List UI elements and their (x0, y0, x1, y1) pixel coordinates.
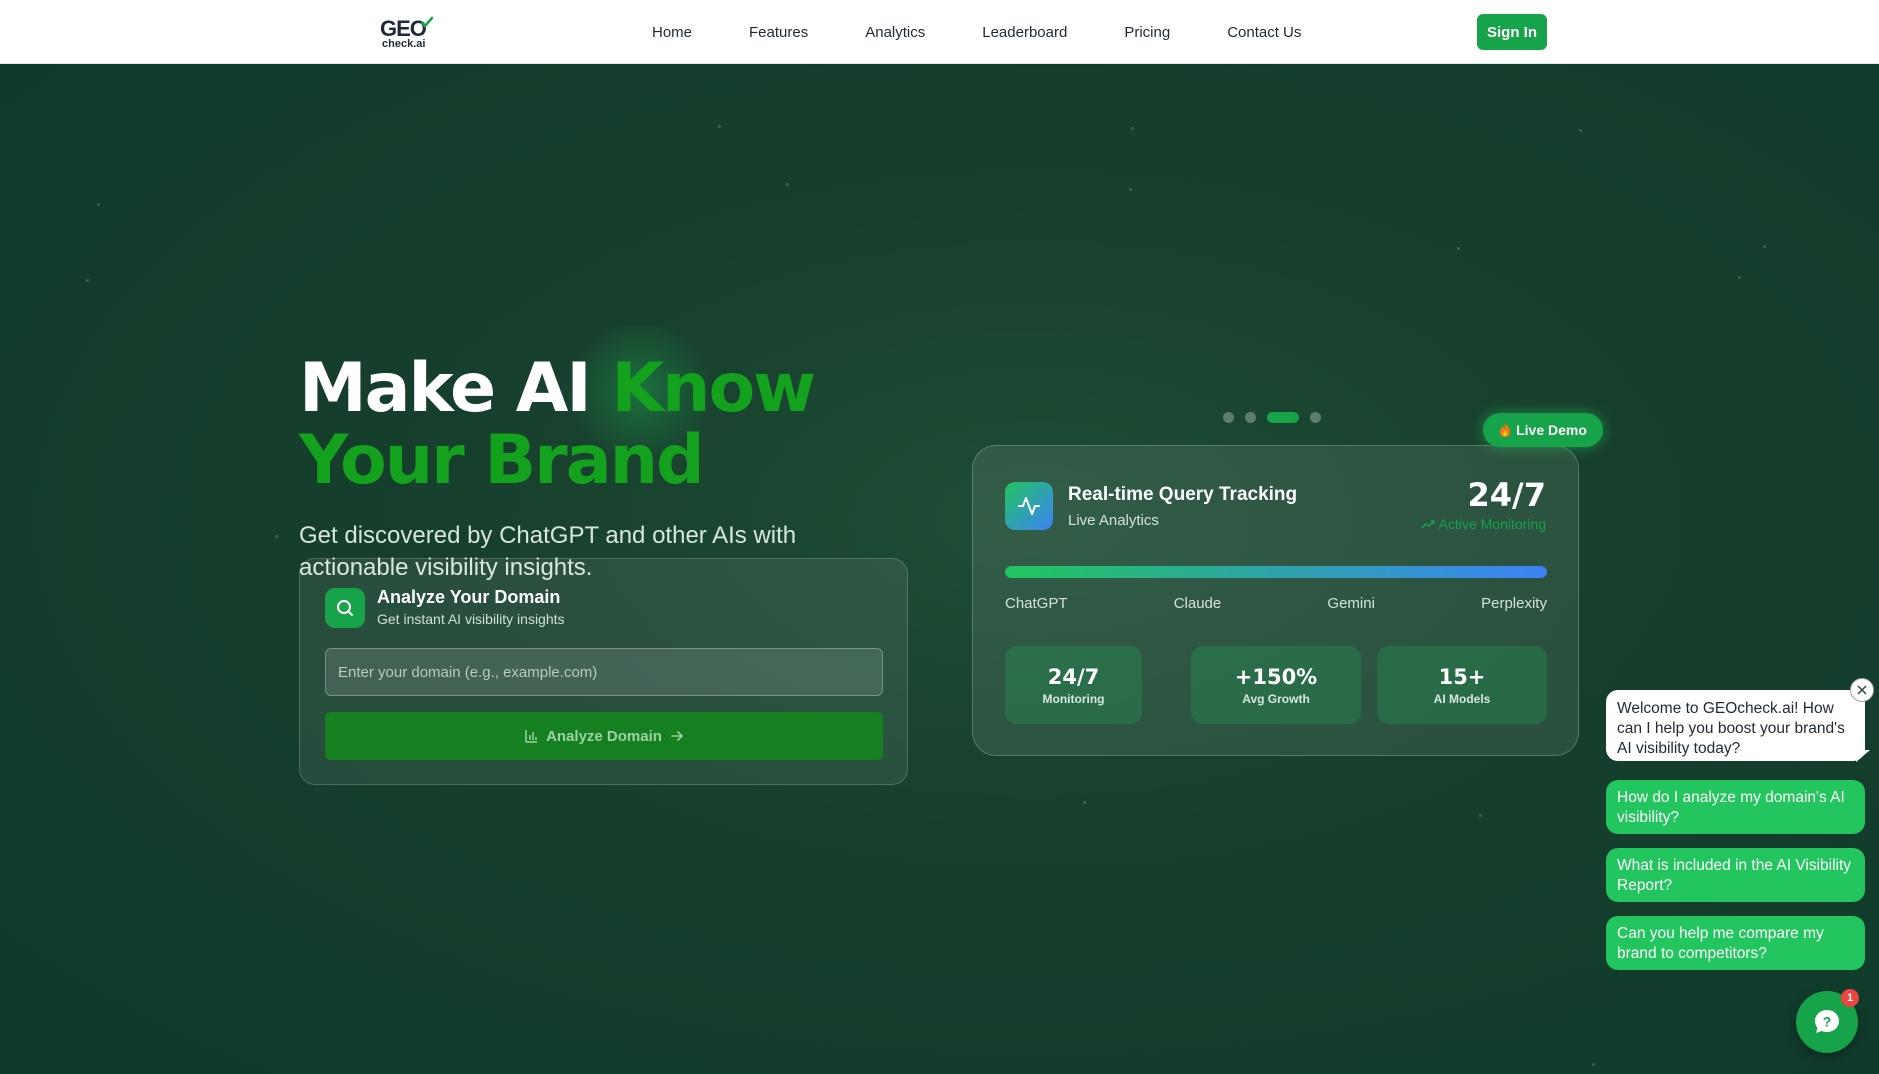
help-chat-icon: ? (1815, 1010, 1839, 1033)
background-dot (1579, 129, 1582, 132)
domain-input[interactable] (325, 648, 883, 696)
headline-green-part-2: Your Brand (299, 421, 705, 500)
chat-suggestion[interactable]: What is included in the AI Visibility Re… (1606, 848, 1865, 902)
close-icon (1857, 685, 1867, 695)
analyze-button-label: Analyze Domain (546, 727, 662, 745)
logo-subtext: check.ai (382, 38, 426, 50)
top-navbar: GEO check.ai Home Features Analytics Lea… (0, 0, 1879, 64)
nav-link-features[interactable]: Features (749, 24, 808, 41)
live-demo-card: Real-time Query Tracking Live Analytics … (972, 445, 1579, 756)
stat-value: 24/7 (1047, 664, 1100, 689)
headline-green-part-1: Know (611, 349, 816, 428)
stat-label: Avg Growth (1242, 691, 1310, 706)
bar-chart-icon (525, 730, 538, 743)
live-demo-badge: Live Demo (1483, 413, 1603, 447)
nav-link-pricing[interactable]: Pricing (1124, 24, 1170, 41)
progress-bar-fill (1005, 566, 1547, 578)
search-icon (325, 588, 365, 628)
checkmark-icon (420, 16, 434, 28)
model-label: Claude (1173, 595, 1222, 612)
stat-avg-growth: +150% Avg Growth (1191, 646, 1361, 724)
background-dot (718, 125, 721, 128)
background-dot (1479, 814, 1482, 817)
nav-link-analytics[interactable]: Analytics (865, 24, 925, 41)
live-demo-label: Live Demo (1516, 422, 1587, 438)
carousel-dot[interactable] (1223, 412, 1234, 423)
arrow-right-icon (671, 731, 684, 741)
active-monitoring: Active Monitoring (1421, 516, 1546, 532)
close-chat-button[interactable] (1850, 678, 1874, 702)
background-dot (1129, 188, 1132, 191)
stat-value: 15+ (1438, 664, 1486, 689)
background-dot (1738, 276, 1741, 279)
background-dot (1592, 1063, 1595, 1066)
sign-in-button[interactable]: Sign In (1477, 14, 1547, 50)
analyze-domain-button[interactable]: Analyze Domain (325, 712, 883, 760)
stat-value: +150% (1234, 664, 1318, 689)
model-label: ChatGPT (1005, 595, 1068, 612)
nav-links: Home Features Analytics Leaderboard Pric… (652, 0, 1301, 64)
nav-link-leaderboard[interactable]: Leaderboard (982, 24, 1067, 41)
stat-ai-models: 15+ AI Models (1377, 646, 1547, 724)
demo-title: Real-time Query Tracking (1068, 484, 1298, 505)
notification-badge: 1 (1841, 989, 1859, 1007)
carousel-dots (1223, 412, 1321, 423)
hero-section: Make AI Know Your Brand Get discovered b… (0, 65, 1879, 1074)
chat-welcome-message: Welcome to GEOcheck.ai! How can I help y… (1606, 690, 1865, 761)
active-monitoring-label: Active Monitoring (1438, 516, 1546, 532)
activity-icon (1005, 482, 1053, 530)
background-dot (1083, 801, 1086, 804)
stat-label: AI Models (1433, 691, 1491, 706)
model-list: ChatGPT Claude Gemini Perplexity (1005, 595, 1547, 612)
background-dot (275, 535, 278, 538)
hero-headline: Make AI Know Your Brand (299, 353, 816, 500)
progress-bar (1005, 566, 1547, 578)
background-dot (1763, 245, 1766, 248)
chat-suggestion[interactable]: Can you help me compare my brand to comp… (1606, 916, 1865, 970)
chat-suggestion[interactable]: How do I analyze my domain's AI visibili… (1606, 780, 1865, 834)
nav-link-contact[interactable]: Contact Us (1227, 24, 1301, 41)
carousel-dot-active[interactable] (1267, 412, 1299, 423)
trending-up-icon (1421, 520, 1435, 529)
demo-subtitle: Live Analytics (1068, 512, 1159, 529)
geocheck-logo[interactable]: GEO check.ai (380, 14, 440, 52)
background-dot (86, 279, 89, 282)
carousel-dot[interactable] (1310, 412, 1321, 423)
stat-label: Monitoring (1042, 691, 1105, 706)
model-label: Gemini (1327, 595, 1375, 612)
model-label: Perplexity (1481, 595, 1547, 612)
carousel-dot[interactable] (1245, 412, 1256, 423)
background-dot (1131, 127, 1134, 130)
svg-text:?: ? (1823, 1014, 1832, 1030)
nav-link-home[interactable]: Home (652, 24, 692, 41)
analyze-subtitle: Get instant AI visibility insights (377, 611, 565, 627)
demo-big-value: 24/7 (1467, 476, 1546, 514)
fire-icon (1500, 423, 1511, 437)
background-dot (786, 183, 789, 186)
headline-white-part: Make AI (299, 349, 612, 428)
background-dot (97, 203, 100, 206)
stat-monitoring: 24/7 Monitoring (1005, 646, 1142, 724)
analyze-title: Analyze Your Domain (377, 587, 561, 607)
chat-bubble-tail (1856, 750, 1870, 762)
analyze-domain-card: Analyze Your Domain Get instant AI visib… (299, 558, 908, 785)
background-dot (1457, 247, 1460, 250)
